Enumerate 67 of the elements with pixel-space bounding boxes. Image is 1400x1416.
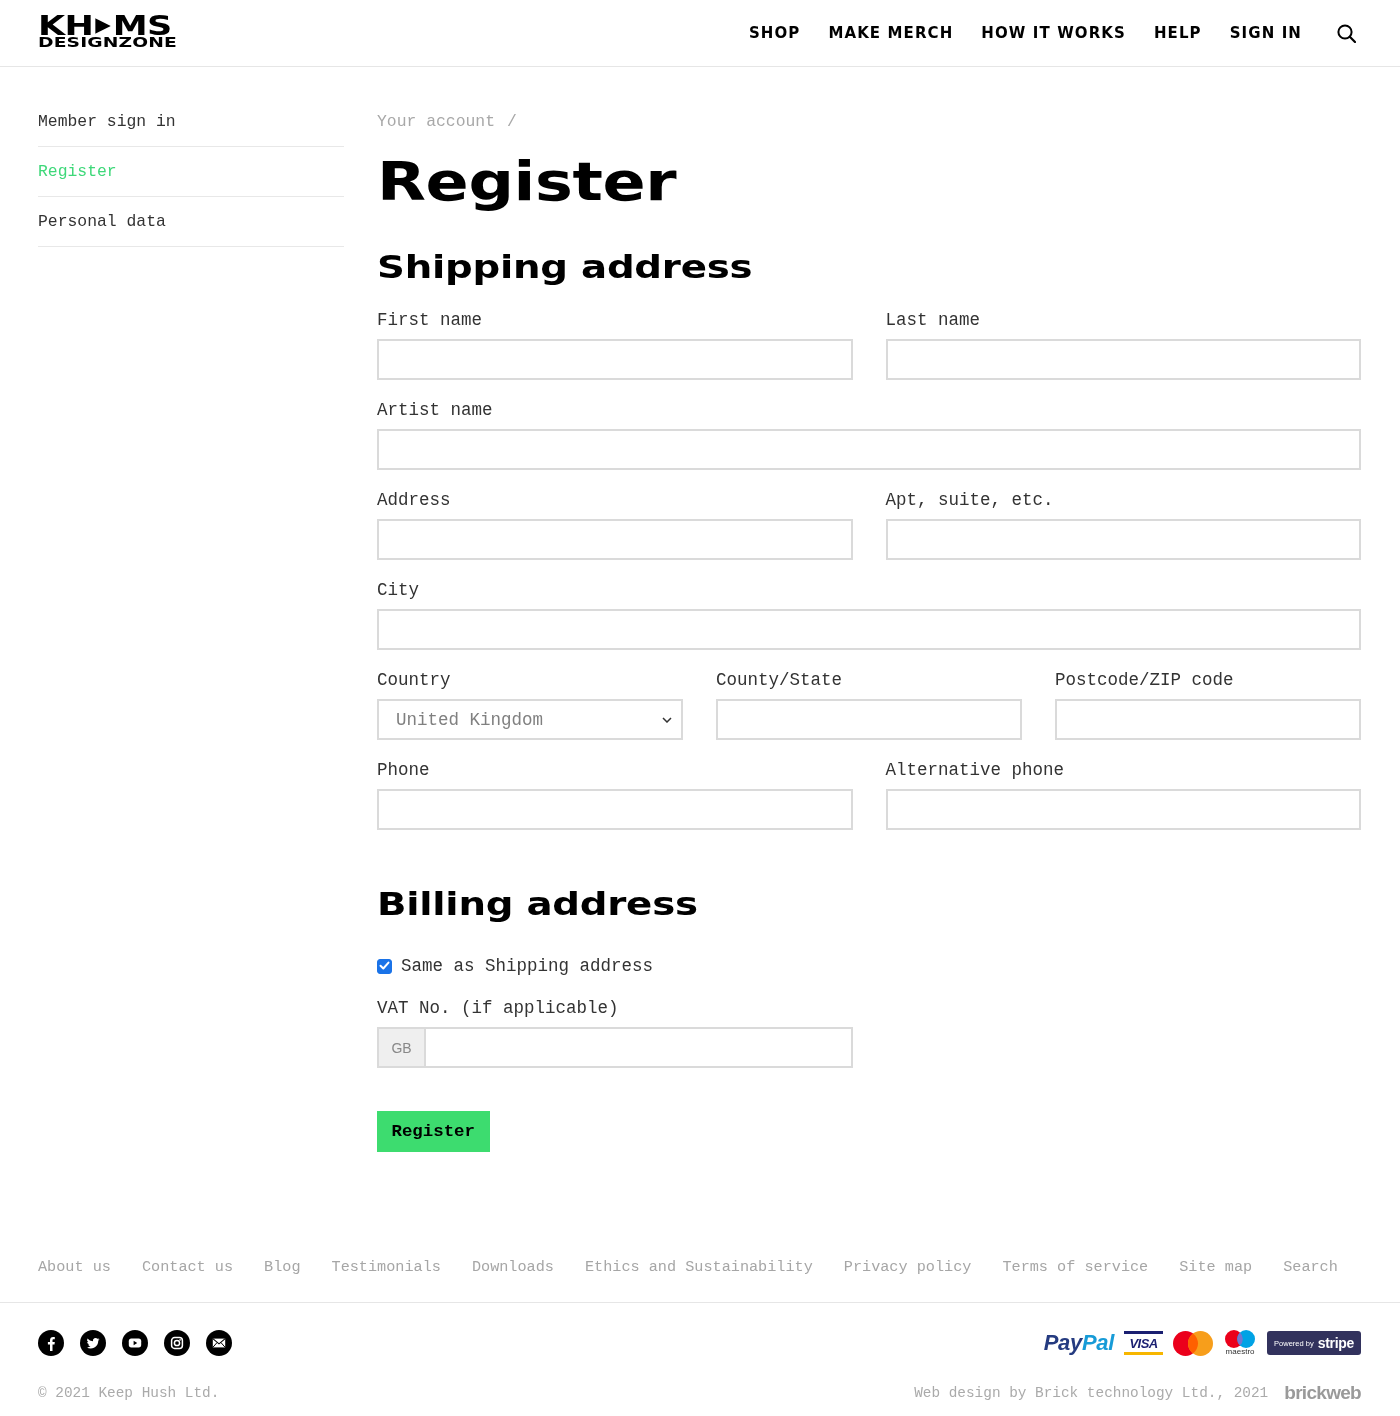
sidebar-link[interactable]: Member sign in: [38, 97, 344, 147]
input-field[interactable]: [885, 339, 1361, 380]
field-label: Last name: [885, 310, 981, 330]
maestro-label: maestro: [1225, 1348, 1255, 1356]
field-label: Phone: [377, 760, 431, 780]
footer-link[interactable]: Blog: [264, 1257, 301, 1277]
nav-link[interactable]: MAKE MERCH: [828, 23, 954, 43]
breadcrumb-link[interactable]: Your account: [377, 111, 496, 131]
nav-link[interactable]: SHOP: [748, 23, 801, 43]
field-label: Alternative phone: [885, 760, 1066, 780]
instagram-icon[interactable]: [164, 1330, 190, 1356]
field-label: Postcode/ZIP code: [1055, 670, 1235, 690]
field-label: Artist name: [377, 400, 494, 420]
input-field[interactable]: [377, 789, 853, 830]
input-field[interactable]: [377, 519, 853, 560]
nav-link[interactable]: HOW IT WORKS: [981, 23, 1126, 43]
input-field[interactable]: [716, 699, 1022, 740]
maestro-circles-icon: [1225, 1330, 1256, 1348]
footer-link[interactable]: Terms of service: [1002, 1257, 1149, 1277]
twitter-bird-icon[interactable]: [80, 1330, 106, 1356]
search-icon[interactable]: [1337, 23, 1356, 43]
field-label: VAT No. (if applicable): [377, 998, 620, 1018]
input-field[interactable]: [426, 1027, 853, 1068]
sidebar-link[interactable]: Register: [38, 147, 344, 197]
input-field[interactable]: [885, 519, 1361, 560]
facebook-icon[interactable]: [38, 1330, 64, 1356]
input-field[interactable]: [1055, 699, 1361, 740]
country-code-prefix: GB: [377, 1027, 426, 1068]
checkbox[interactable]: [377, 958, 392, 974]
footer-link[interactable]: Downloads: [471, 1257, 554, 1277]
paypal-logo: PayPal: [1043, 1331, 1115, 1355]
field-label: First name: [377, 310, 484, 330]
field-label: Country: [377, 670, 452, 690]
footer-link[interactable]: Search: [1283, 1257, 1338, 1277]
select-field[interactable]: United Kingdom: [377, 699, 683, 740]
breadcrumb-separator: /: [507, 111, 517, 131]
logo[interactable]: KH MS DESIGNZONE: [38, 15, 177, 49]
play-triangle-icon: [94, 16, 111, 35]
field-label: County/State: [716, 670, 844, 690]
mastercard-icon: [1173, 1330, 1214, 1356]
input-field[interactable]: [885, 789, 1361, 830]
nav-link[interactable]: SIGN IN: [1229, 23, 1302, 43]
input-field[interactable]: [377, 429, 1361, 470]
brickweb-logo[interactable]: brickweb: [1284, 1383, 1361, 1403]
footer-link[interactable]: Privacy policy: [843, 1257, 972, 1277]
input-field[interactable]: [377, 339, 853, 380]
footer-link[interactable]: Ethics and Sustainability: [584, 1257, 813, 1277]
copyright-text: © 2021 Keep Hush Ltd.: [38, 1384, 220, 1403]
section-heading: Billing address: [377, 888, 698, 920]
input-field[interactable]: [377, 609, 1361, 650]
section-heading: Shipping address: [377, 251, 753, 283]
nav-link[interactable]: HELP: [1153, 23, 1202, 43]
chevron-down-icon: [662, 716, 672, 723]
footer-link[interactable]: Contact us: [141, 1257, 234, 1277]
sidebar-link[interactable]: Personal data: [38, 197, 344, 247]
envelope-icon[interactable]: [206, 1330, 232, 1356]
field-label: Apt, suite, etc.: [885, 490, 1055, 510]
credit-text: Web design by Brick technology Ltd., 2021: [914, 1384, 1269, 1403]
field-label: Address: [377, 490, 452, 510]
youtube-icon[interactable]: [122, 1330, 148, 1356]
footer-link[interactable]: Testimonials: [331, 1257, 441, 1277]
field-label: City: [377, 580, 420, 600]
footer-link[interactable]: About us: [38, 1257, 111, 1277]
checkbox-label[interactable]: Same as Shipping address: [401, 956, 654, 976]
footer-link[interactable]: Site map: [1179, 1257, 1253, 1277]
visa-logo: VISA: [1124, 1331, 1164, 1355]
register-button[interactable]: Register: [377, 1111, 490, 1152]
